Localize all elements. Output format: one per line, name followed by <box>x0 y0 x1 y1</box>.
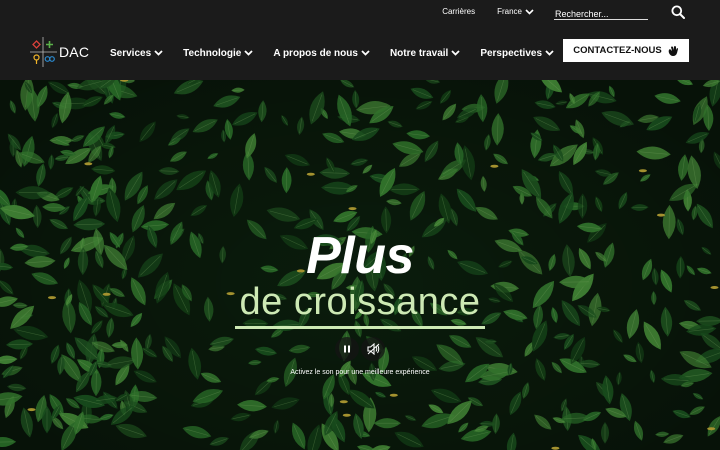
language-selector[interactable]: France <box>497 7 534 16</box>
search-button[interactable] <box>670 4 686 20</box>
sound-hint: Activez le son pour une meilleure expéri… <box>290 369 430 376</box>
contact-button-label: CONTACTEZ-NOUS <box>573 45 662 56</box>
nav-item-services[interactable]: Services <box>110 48 163 59</box>
chevron-down-icon <box>545 50 554 56</box>
chevron-down-icon <box>525 8 534 15</box>
search-icon <box>671 5 685 19</box>
nav-item-label: A propos de nous <box>273 47 358 59</box>
nav-item-notre-travail[interactable]: Notre travail <box>390 48 460 59</box>
chevron-down-icon <box>244 50 253 56</box>
nav-item-label: Notre travail <box>389 47 449 59</box>
brand-logo[interactable]: DAC <box>30 37 89 67</box>
contact-button[interactable]: CONTACTEZ-NOUS <box>563 39 689 62</box>
utility-bar: Carrières France <box>442 3 686 21</box>
hand-wave-icon <box>668 45 678 56</box>
language-label: France <box>497 7 522 16</box>
hero-title-line-2: de croissance <box>239 281 481 323</box>
nav-item-label: Perspectives <box>480 47 543 59</box>
main-nav: Services Technologie A propos de nous No… <box>110 45 574 61</box>
search-input[interactable] <box>554 6 648 21</box>
speaker-muted-icon <box>366 343 379 355</box>
video-controls <box>335 337 385 361</box>
search-field <box>554 4 648 21</box>
nav-item-label: Services <box>110 47 152 59</box>
logo-mark-icon <box>30 37 57 67</box>
nav-item-technologie[interactable]: Technologie <box>183 48 253 59</box>
nav-item-a-propos[interactable]: A propos de nous <box>273 48 370 59</box>
hero-title-line-1: Plus <box>306 227 414 285</box>
brand-name: DAC <box>59 44 90 60</box>
chevron-down-icon <box>361 50 370 56</box>
pause-button[interactable] <box>335 337 359 361</box>
title-underline <box>235 326 485 329</box>
careers-link[interactable]: Carrières <box>442 7 475 16</box>
nav-item-perspectives[interactable]: Perspectives <box>480 48 554 59</box>
mute-button[interactable] <box>361 337 385 361</box>
chevron-down-icon <box>154 50 163 56</box>
hero-video: Plus de croissance Activez le son pour u… <box>0 80 720 450</box>
nav-item-label: Technologie <box>183 47 242 59</box>
chevron-down-icon <box>451 50 460 56</box>
pause-icon <box>344 345 350 353</box>
site-header: Carrières France DAC Se <box>0 0 720 80</box>
